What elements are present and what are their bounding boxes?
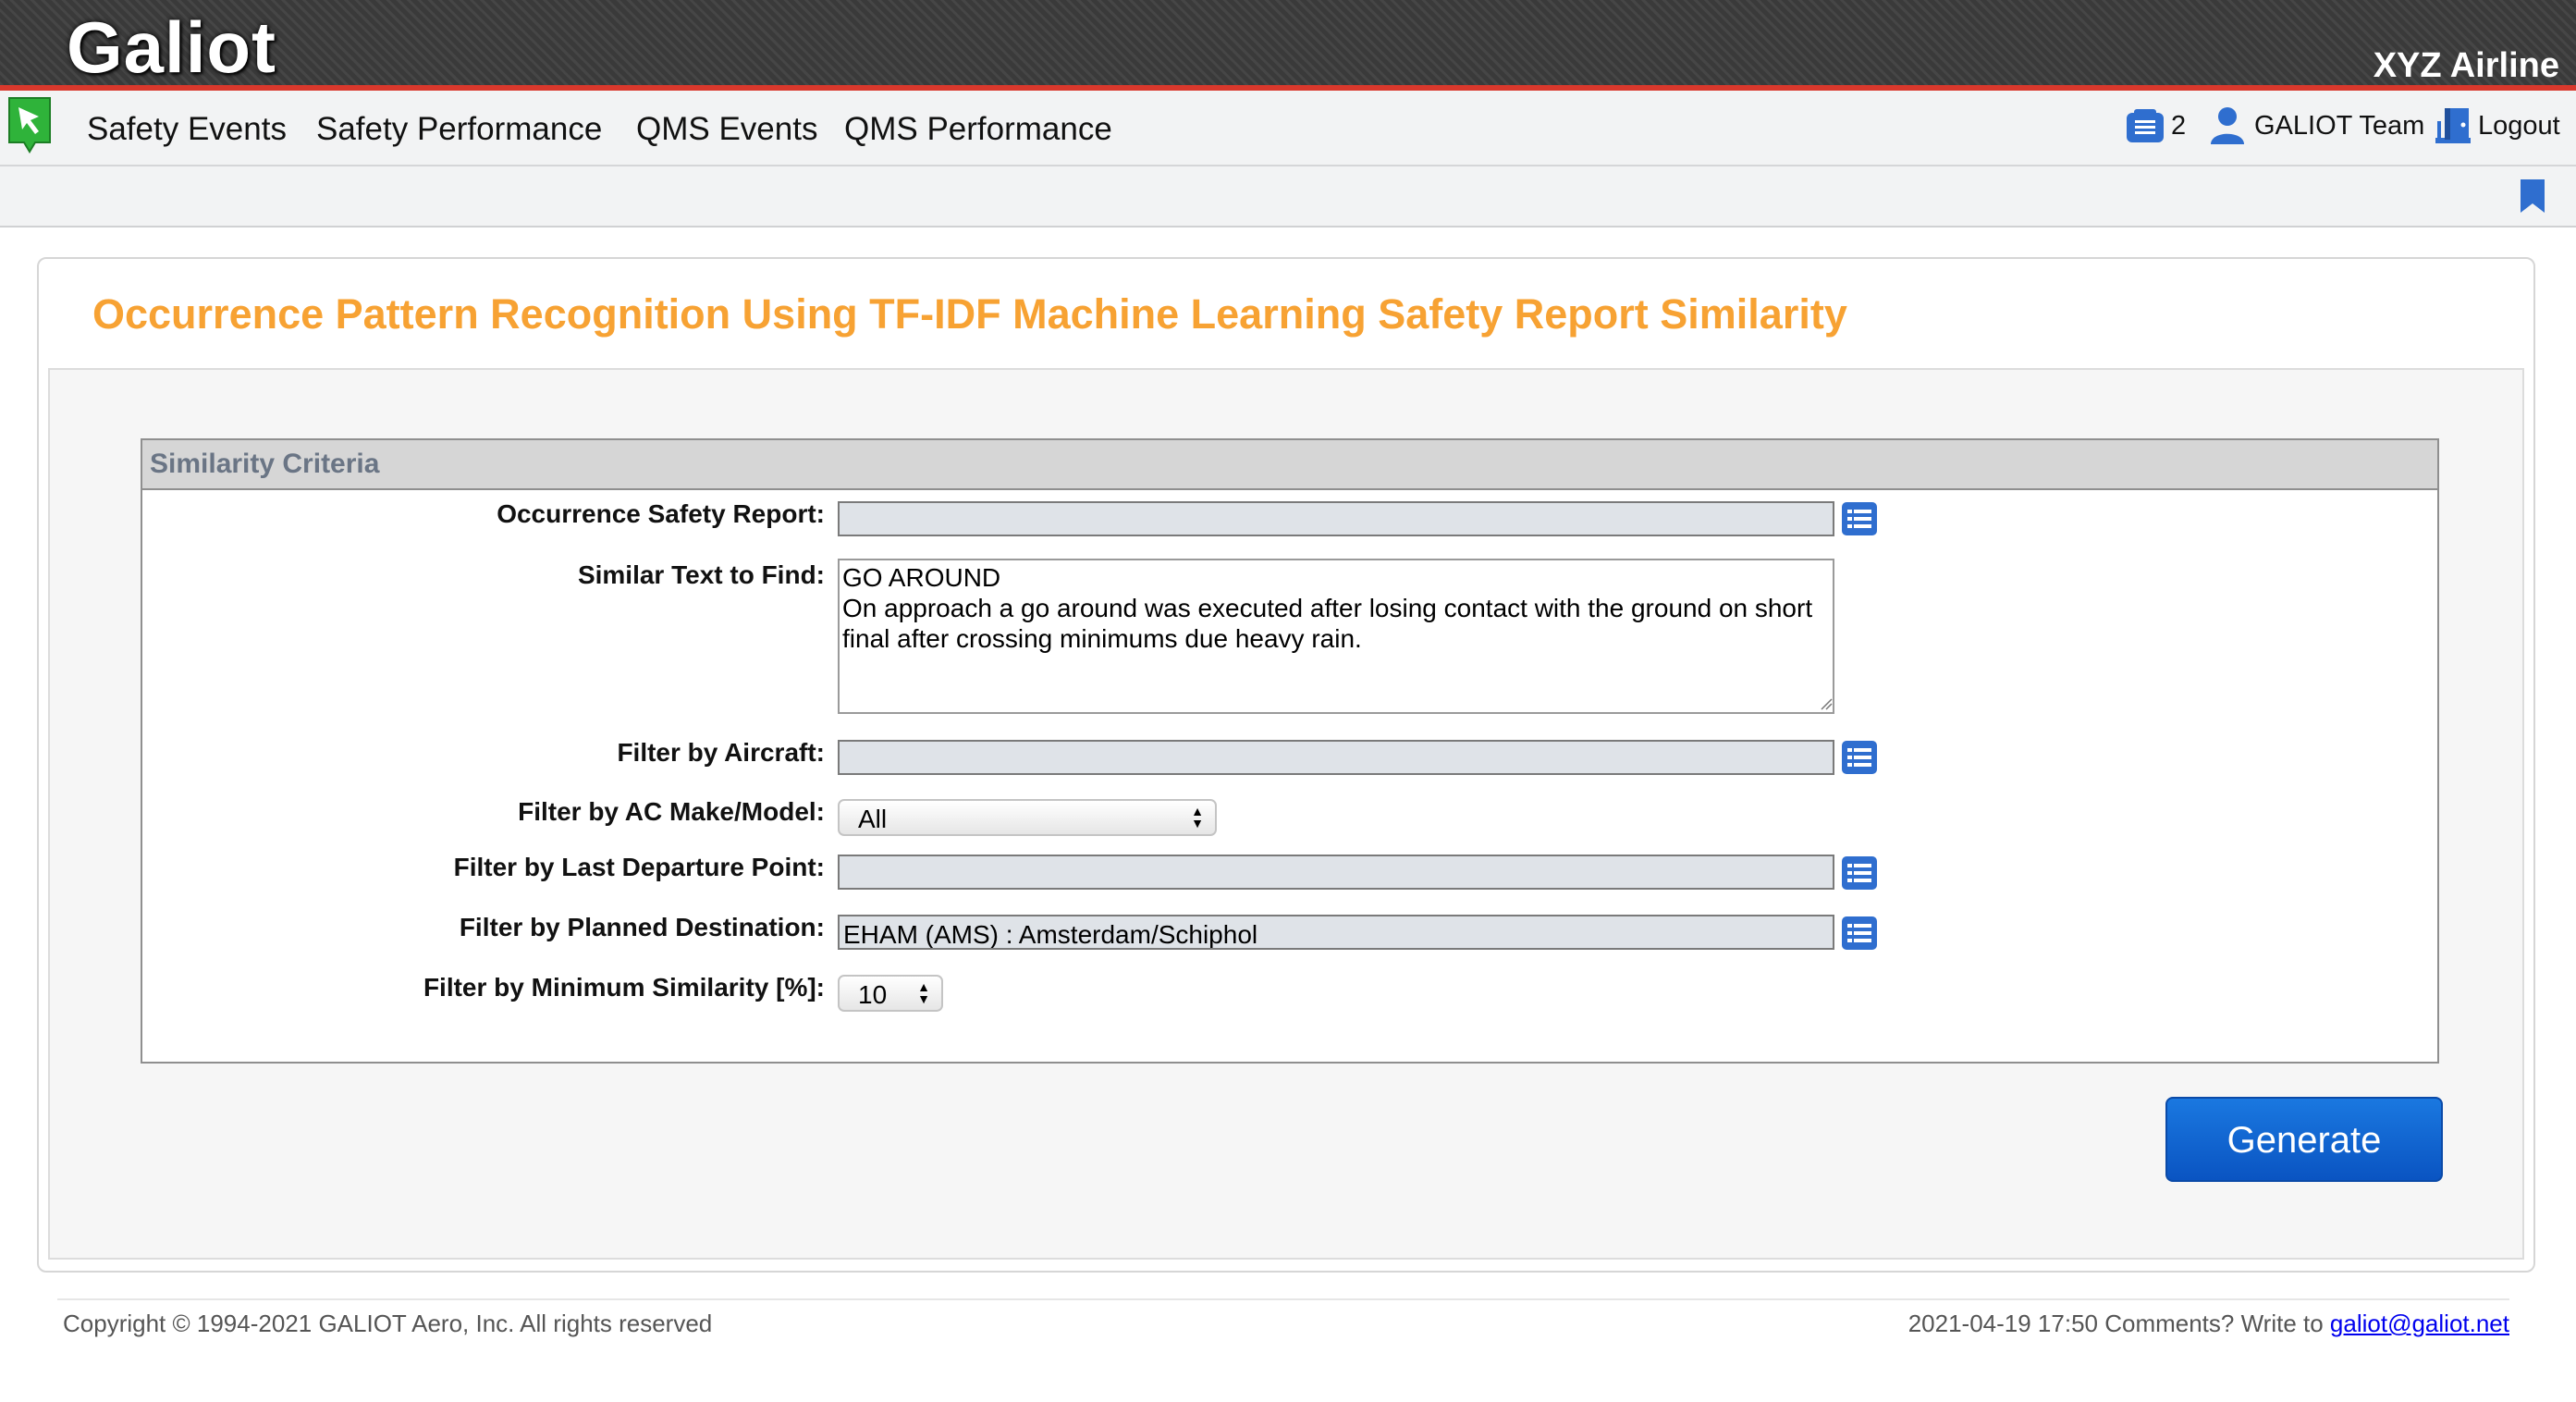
similar-text-textarea[interactable]: GO AROUND On approach a go around was ex… — [838, 559, 1834, 714]
departure-picker-button[interactable] — [1842, 856, 1877, 890]
similar-text-label: Similar Text to Find: — [577, 560, 825, 589]
contact-email-link[interactable]: galiot@galiot.net — [2330, 1310, 2509, 1337]
footer-divider — [57, 1298, 2509, 1300]
similarity-criteria-section: Similarity Criteria Occurrence Safety Re… — [141, 438, 2439, 1064]
min-similarity-select[interactable]: 10 ▲ ▼ — [838, 975, 943, 1012]
resize-handle-icon[interactable] — [1820, 697, 1833, 710]
app-header: Galiot XYZ Airline — [0, 0, 2576, 91]
list-icon — [1847, 864, 1871, 882]
make-model-select[interactable]: All ▲ ▼ — [838, 799, 1217, 836]
notifications[interactable]: 2 — [2125, 105, 2186, 146]
aircraft-field[interactable] — [838, 740, 1834, 775]
section-title: Similarity Criteria — [150, 449, 380, 479]
logout-label: Logout — [2478, 110, 2560, 141]
page-title: Occurrence Pattern Recognition Using TF-… — [92, 290, 1847, 338]
nav-qms-performance[interactable]: QMS Performance — [844, 111, 1112, 148]
user-name: GALIOT Team — [2254, 110, 2425, 141]
occurrence-report-label: Occurrence Safety Report: — [497, 499, 825, 528]
toolbar — [0, 166, 2576, 228]
min-similarity-label: Filter by Minimum Similarity [%]: — [423, 973, 825, 1002]
make-model-value: All — [858, 805, 888, 833]
nav-qms-events[interactable]: QMS Events — [636, 111, 817, 148]
destination-label: Filter by Planned Destination: — [459, 913, 825, 941]
section-header: Similarity Criteria — [142, 440, 2437, 490]
logout-link[interactable]: Logout — [2434, 105, 2560, 146]
list-icon — [1847, 748, 1871, 767]
destination-picker-button[interactable] — [1842, 916, 1877, 950]
footer-meta: 2021-04-19 17:50 Comments? Write to gali… — [1908, 1310, 2509, 1338]
footer-timestamp: 2021-04-19 17:50 Comments? Write to — [1907, 1310, 2324, 1337]
panel-body: Similarity Criteria Occurrence Safety Re… — [48, 368, 2524, 1260]
user-menu[interactable]: GALIOT Team — [2210, 105, 2424, 146]
user-icon — [2211, 107, 2244, 144]
bookmark-icon[interactable] — [2519, 178, 2546, 215]
departure-field[interactable] — [838, 855, 1834, 890]
app-home-icon[interactable] — [6, 96, 54, 154]
occurrence-report-field[interactable] — [838, 501, 1834, 536]
list-icon — [1847, 924, 1871, 942]
make-model-label: Filter by AC Make/Model: — [518, 797, 825, 826]
door-exit-icon — [2435, 108, 2471, 143]
min-similarity-value: 10 — [858, 980, 888, 1009]
generate-button[interactable]: Generate — [2165, 1097, 2443, 1182]
company-name: XYZ Airline — [2373, 46, 2559, 85]
aircraft-label: Filter by Aircraft: — [617, 738, 825, 767]
select-arrows-icon: ▲ ▼ — [1191, 804, 1204, 830]
nav-safety-events[interactable]: Safety Events — [87, 111, 287, 148]
inbox-icon — [2127, 109, 2164, 142]
nav-safety-performance[interactable]: Safety Performance — [316, 111, 602, 148]
app-logo[interactable]: Galiot — [67, 6, 276, 90]
departure-label: Filter by Last Departure Point: — [453, 853, 825, 881]
list-icon — [1847, 510, 1871, 528]
copyright: Copyright © 1994-2021 GALIOT Aero, Inc. … — [63, 1310, 713, 1337]
destination-field[interactable]: EHAM (AMS) : Amsterdam/Schiphol — [838, 915, 1834, 950]
main-panel: Occurrence Pattern Recognition Using TF-… — [37, 257, 2535, 1273]
select-arrows-icon: ▲ ▼ — [917, 979, 930, 1006]
occurrence-report-picker-button[interactable] — [1842, 502, 1877, 535]
main-nav: Safety Events Safety Performance QMS Eve… — [0, 91, 2576, 166]
notification-count: 2 — [2171, 110, 2187, 141]
aircraft-picker-button[interactable] — [1842, 741, 1877, 774]
